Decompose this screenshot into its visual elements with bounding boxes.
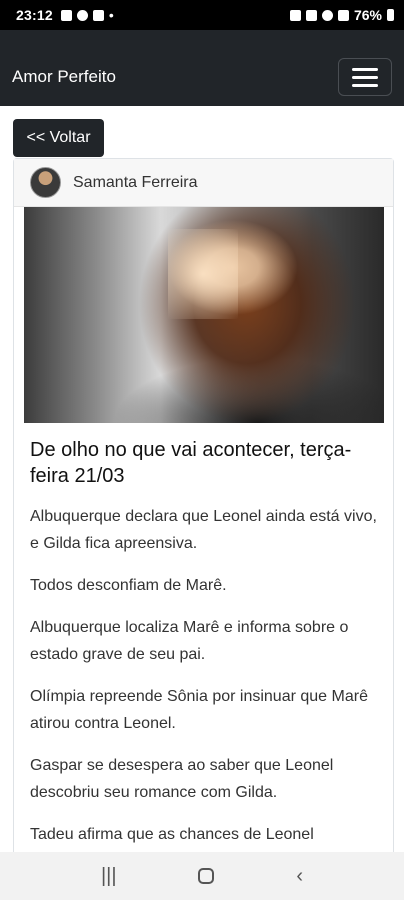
- home-button[interactable]: [198, 868, 215, 884]
- post-paragraph: Todos desconfiam de Marê.: [30, 577, 227, 594]
- post-image: [24, 207, 384, 423]
- post-paragraph: Albuquerque declara que Leonel ainda est…: [30, 508, 377, 552]
- avatar: [30, 167, 61, 198]
- recents-button[interactable]: |||: [101, 865, 117, 888]
- brand-title[interactable]: Amor Perfeito: [12, 67, 116, 87]
- back-button[interactable]: << Voltar: [13, 119, 104, 157]
- gallery-icon: [60, 9, 72, 21]
- post-header: Samanta Ferreira: [14, 159, 393, 207]
- mute-icon: [305, 9, 317, 21]
- wifi-icon: [321, 9, 333, 21]
- post-paragraph: Tadeu afirma que as chances de Leonel so…: [30, 826, 314, 843]
- post-paragraph: Gaspar se desespera ao saber que Leonel …: [30, 757, 334, 801]
- status-bar: 23:12 • 76%: [0, 0, 404, 30]
- battery-icon: [387, 9, 394, 21]
- signal-icon: [337, 9, 349, 21]
- status-time: 23:12: [16, 7, 53, 23]
- battery-level: 76%: [353, 7, 382, 23]
- post-paragraph: Albuquerque localiza Marê e informa sobr…: [30, 619, 349, 663]
- main-content[interactable]: << Voltar Samanta Ferreira De olho no qu…: [0, 106, 404, 852]
- menu-toggle-button[interactable]: [338, 58, 392, 96]
- app-navbar: Amor Perfeito: [0, 30, 404, 106]
- author-name: Samanta Ferreira: [73, 173, 198, 191]
- post-title: De olho no que vai acontecer, terça-feir…: [30, 439, 352, 487]
- post-body: De olho no que vai acontecer, terça-feir…: [14, 423, 393, 852]
- post-paragraph: Olímpia repreende Sônia por insinuar que…: [30, 688, 368, 732]
- status-dot: •: [108, 7, 114, 23]
- system-back-button[interactable]: ‹: [296, 865, 303, 888]
- facebook-icon: [76, 9, 88, 21]
- menu-icon: [352, 67, 378, 71]
- notification-icon: [92, 9, 104, 21]
- post-card: Samanta Ferreira De olho no que vai acon…: [13, 158, 394, 852]
- system-nav-bar: ||| ‹: [0, 852, 404, 900]
- alarm-icon: [289, 9, 301, 21]
